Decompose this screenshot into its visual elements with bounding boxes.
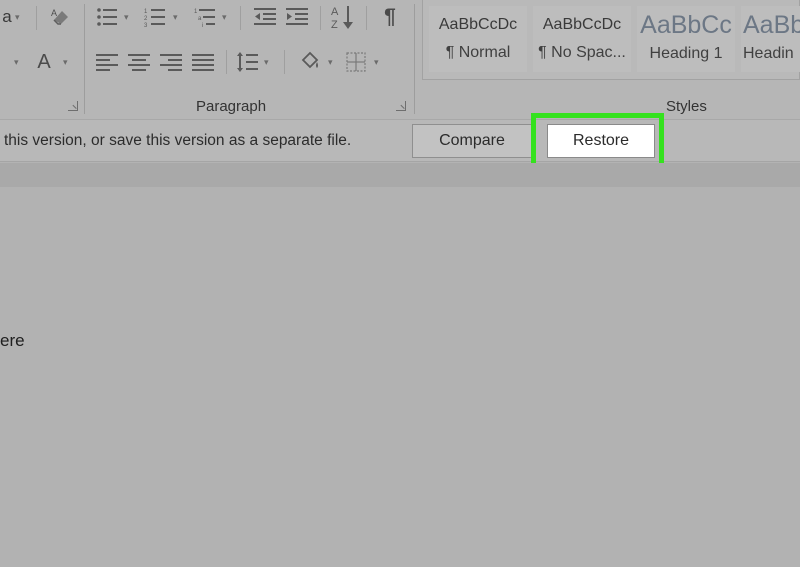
bullets-button[interactable]	[94, 4, 120, 30]
document-area[interactable]: ere	[0, 187, 800, 567]
style-heading-1[interactable]: AaBbCc Heading 1	[637, 6, 735, 72]
paragraph-group: ▾ 1 2 3 ▾ 1 a i ▾ A Z ¶ ▾ ▾ ▾ Paragraph	[84, 0, 414, 120]
align-center-icon	[128, 54, 150, 71]
version-message: this version, or save this version as a …	[4, 132, 352, 149]
svg-text:A: A	[331, 6, 339, 18]
multilevel-dropdown-caret[interactable]: ▾	[222, 12, 227, 23]
sort-button[interactable]: A Z	[330, 2, 356, 32]
highlight-dropdown-caret[interactable]: ▾	[14, 57, 19, 68]
ruler-band	[0, 163, 800, 187]
numbering-dropdown-caret[interactable]: ▾	[173, 12, 178, 23]
borders-button[interactable]	[344, 50, 368, 74]
increase-indent-icon	[286, 8, 308, 25]
toolbar-divider	[226, 50, 227, 74]
align-right-icon	[160, 54, 182, 71]
styles-group-label: Styles	[666, 98, 707, 115]
font-dialog-launcher-icon[interactable]	[68, 101, 78, 111]
multilevel-list-icon: 1 a i	[194, 9, 215, 27]
svg-text:1: 1	[144, 9, 148, 15]
paragraph-group-label: Paragraph	[196, 98, 267, 115]
toolbar-divider	[320, 6, 321, 30]
ribbon: a ▾ A ▾ A ▾ ▾ 1 2 3 ▾ 1 a i ▾ A Z ¶ ▾ ▾ …	[0, 0, 800, 120]
numbering-icon: 1 2 3	[144, 9, 165, 27]
style-name: ¶ Normal	[445, 44, 511, 61]
toolbar-divider	[240, 6, 241, 30]
style-sample: AaBb	[743, 11, 800, 39]
borders-dropdown-caret[interactable]: ▾	[374, 57, 379, 68]
eraser-icon: A	[51, 8, 68, 25]
style-normal[interactable]: AaBbCcDc ¶ Normal	[429, 6, 527, 72]
font-color-dropdown-caret[interactable]: ▾	[63, 57, 68, 68]
paint-bucket-icon	[301, 51, 319, 69]
font-color-letter: A	[37, 50, 51, 73]
align-center-button[interactable]	[126, 50, 152, 74]
style-sample: AaBbCcDc	[542, 16, 622, 33]
align-left-icon	[96, 54, 118, 71]
styles-group: AaBbCcDc ¶ Normal AaBbCcDc ¶ No Spac... …	[414, 0, 800, 120]
toolbar-divider	[284, 50, 285, 74]
restore-highlight	[531, 113, 664, 169]
shading-button[interactable]	[296, 48, 324, 76]
sort-az-icon: A Z	[331, 6, 353, 31]
document-text: ere	[0, 331, 25, 350]
multilevel-list-button[interactable]: 1 a i	[192, 4, 218, 30]
style-name: Heading 1	[649, 45, 723, 62]
decrease-indent-icon	[254, 8, 276, 25]
svg-text:Z: Z	[331, 19, 338, 31]
borders-icon	[346, 52, 366, 72]
decrease-indent-button[interactable]	[252, 4, 278, 30]
shading-dropdown-caret[interactable]: ▾	[328, 57, 333, 68]
version-message-bar: this version, or save this version as a …	[0, 120, 800, 162]
font-name-text: a	[2, 7, 12, 26]
line-spacing-button[interactable]	[234, 48, 260, 76]
style-heading-2[interactable]: AaBb Headin	[741, 6, 800, 72]
numbering-button[interactable]: 1 2 3	[142, 4, 168, 30]
svg-text:A: A	[51, 8, 57, 18]
show-formatting-marks-button[interactable]: ¶	[378, 3, 402, 31]
style-sample: AaBbCc	[640, 11, 732, 39]
align-right-button[interactable]	[158, 50, 184, 74]
bullets-icon	[97, 8, 117, 26]
align-left-button[interactable]	[94, 50, 120, 74]
pilcrow-icon: ¶	[384, 5, 396, 28]
justify-icon	[192, 54, 214, 71]
compare-button[interactable]: Compare	[412, 124, 532, 158]
styles-gallery: AaBbCcDc ¶ Normal AaBbCcDc ¶ No Spac... …	[422, 0, 800, 80]
style-sample: AaBbCcDc	[438, 16, 518, 33]
font-name-box[interactable]: a	[0, 4, 14, 30]
svg-text:i: i	[202, 23, 203, 27]
svg-text:2: 2	[144, 16, 148, 22]
clear-formatting-button[interactable]: A	[48, 4, 74, 30]
paragraph-dialog-launcher-icon[interactable]	[396, 101, 406, 111]
style-name: ¶ No Spac...	[538, 44, 626, 61]
svg-text:3: 3	[144, 23, 148, 27]
line-spacing-icon	[237, 52, 258, 72]
line-spacing-dropdown-caret[interactable]: ▾	[264, 57, 269, 68]
bullets-dropdown-caret[interactable]: ▾	[124, 12, 129, 23]
font-name-dropdown-caret[interactable]: ▾	[15, 12, 20, 23]
toolbar-divider	[36, 6, 37, 30]
svg-text:a: a	[198, 16, 202, 22]
font-color-button[interactable]: A	[32, 48, 56, 76]
toolbar-divider	[366, 6, 367, 30]
style-name: Headin	[743, 45, 794, 62]
increase-indent-button[interactable]	[284, 4, 310, 30]
justify-button[interactable]	[190, 50, 216, 74]
svg-text:1: 1	[194, 9, 198, 15]
style-no-spacing[interactable]: AaBbCcDc ¶ No Spac...	[533, 6, 631, 72]
